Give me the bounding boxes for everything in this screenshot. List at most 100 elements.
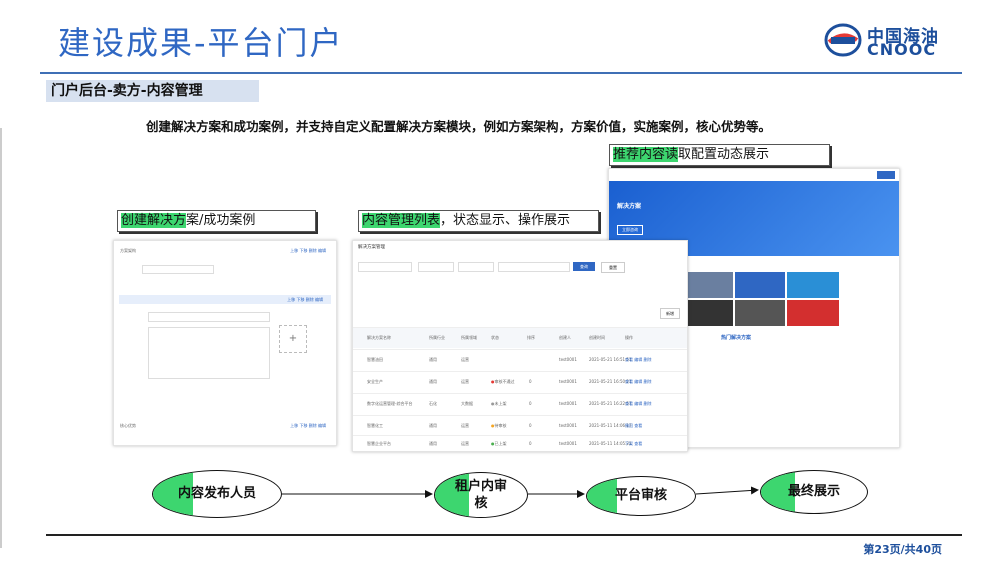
- cell-creator: test0001: [559, 441, 577, 446]
- th-sort: 排序: [527, 335, 535, 340]
- cell-name: 智慧企业平台: [367, 441, 391, 446]
- th-industry: 所属行业: [429, 335, 445, 340]
- caption-recommend-highlight: 推荐内容读: [613, 147, 679, 162]
- page-number: 第23页/共40页: [863, 543, 942, 556]
- form-section1-title: 方案架构: [120, 248, 136, 253]
- slide-title: 建设成果-平台门户: [58, 24, 344, 62]
- cnooc-logo: 中国海油 CNOOC: [823, 22, 953, 59]
- flow-node-final-display: 最终展示: [760, 470, 868, 514]
- table-row: 智慧化工 通用 运营 ●待审核 0 test0001 2021-05-11 14…: [353, 415, 687, 436]
- list-date-range[interactable]: [498, 262, 570, 272]
- description-text: 创建解决方案和成功案例，并支持自定义配置解决方案模块，例如方案架构，方案价值，实…: [146, 119, 772, 134]
- cell-domain: 运营: [461, 441, 469, 446]
- portal-card-2[interactable]: [735, 272, 785, 298]
- portal-banner-title: 解决方案: [617, 203, 642, 210]
- caption-create-highlight: 创建解决方: [121, 213, 187, 228]
- portal-card-4[interactable]: [735, 300, 785, 326]
- cell-industry: 石化: [429, 401, 437, 406]
- cell-creator: test0001: [559, 401, 577, 406]
- cell-name: 智慧化工: [367, 423, 383, 428]
- cell-creator: test0001: [559, 423, 577, 428]
- section-title: 门户后台-卖方-内容管理: [46, 80, 259, 102]
- flow-node-publisher-label: 内容发布人员: [177, 486, 256, 501]
- table-row: 智慧油田 通用 运营 test0001 2021-05-21 16:51:51 …: [353, 349, 687, 370]
- list-search-name-input[interactable]: [358, 262, 412, 272]
- cell-industry: 通用: [429, 441, 437, 446]
- flow-node-tenant-review: 租户内审核: [434, 472, 528, 518]
- list-search-button[interactable]: 查询: [573, 262, 595, 271]
- caption-create-rest: 案/成功案例: [186, 213, 256, 228]
- th-domain: 所属领域: [461, 335, 477, 340]
- form-module-ops[interactable]: 上移 下移 删除 编辑: [287, 297, 323, 303]
- portal-card-5[interactable]: [787, 272, 839, 298]
- logo-en-text: CNOOC: [867, 40, 937, 59]
- flow-node-tenant-review-label: 租户内审核: [454, 479, 507, 511]
- cell-industry: 通用: [429, 379, 437, 384]
- cell-industry: 通用: [429, 357, 437, 362]
- flow-node-platform-review-label: 平台审核: [614, 488, 667, 503]
- table-row: 智慧企业平台 通用 运营 ●已上架 0 test0001 2021-05-11 …: [353, 435, 687, 451]
- th-status: 状态: [491, 335, 499, 340]
- flow-node-publisher: 内容发布人员: [152, 470, 282, 518]
- list-title: 解决方案管理: [358, 245, 385, 250]
- caption-list-rest: ，状态显示、操作展示: [440, 213, 571, 228]
- th-creator: 创建人: [559, 335, 571, 340]
- cell-domain: 运营: [461, 379, 469, 384]
- cell-name: 智慧油田: [367, 357, 383, 362]
- form-upload-plus-icon[interactable]: +: [279, 325, 307, 353]
- form-section2-ops[interactable]: 上移 下移 删除 编辑: [290, 423, 326, 429]
- portal-card-6[interactable]: [787, 300, 839, 326]
- table-header-row: 解决方案名称 所属行业 所属领域 状态 排序 创建人 创建时间 操作: [353, 327, 687, 348]
- list-add-button[interactable]: 新增: [660, 308, 680, 319]
- form-title-input[interactable]: [148, 312, 270, 322]
- cell-sort: 0: [529, 379, 532, 384]
- caption-recommend-rest: 取配置动态展示: [678, 147, 770, 162]
- cell-ops[interactable]: 下架 查看: [625, 441, 642, 447]
- caption-recommend: 推荐内容读取配置动态展示: [609, 144, 830, 166]
- form-module-header: 上移 下移 删除 编辑: [119, 295, 331, 304]
- cell-name: 数字化运营管理-综合平台: [367, 401, 413, 406]
- cell-domain: 运营: [461, 423, 469, 428]
- cell-status: ●未上架: [491, 401, 507, 406]
- cell-name: 安全生产: [367, 379, 383, 384]
- th-name: 解决方案名称: [367, 335, 391, 340]
- portal-card-1[interactable]: [683, 272, 733, 298]
- form-content-textarea[interactable]: [148, 327, 270, 379]
- cell-status: ●已上架: [491, 441, 507, 446]
- cnooc-emblem-icon: [824, 23, 862, 57]
- cell-ops[interactable]: 查看 编辑 删除: [625, 379, 652, 385]
- portal-card-3[interactable]: [683, 300, 733, 326]
- portal-consult-button[interactable]: 立即咨询: [617, 225, 643, 235]
- cell-status: ●审核不通过: [491, 379, 515, 384]
- form-name-input[interactable]: [142, 265, 214, 274]
- cell-industry: 通用: [429, 423, 437, 428]
- form-screenshot: 方案架构 上移 下移 删除 编辑 上移 下移 删除 编辑 + 核心优势 上移 下…: [113, 240, 337, 446]
- list-domain-select[interactable]: [458, 262, 494, 272]
- cell-ops[interactable]: 撤回 查看: [625, 423, 642, 429]
- cell-domain: 大数据: [461, 401, 473, 406]
- flow-node-platform-review: 平台审核: [586, 476, 696, 516]
- caption-list: 内容管理列表，状态显示、操作展示: [358, 210, 599, 232]
- list-table: 解决方案名称 所属行业 所属领域 状态 排序 创建人 创建时间 操作 智慧油田 …: [353, 327, 687, 447]
- cell-sort: 0: [529, 441, 532, 446]
- cell-ops[interactable]: 查看 编辑 删除: [625, 401, 652, 407]
- portal-section-title: 热门解决方案: [721, 335, 752, 341]
- th-ops: 操作: [625, 335, 633, 340]
- list-reset-button[interactable]: 重置: [601, 262, 625, 273]
- table-row: 安全生产 通用 运营 ●审核不通过 0 test0001 2021-05-21 …: [353, 371, 687, 392]
- arrow-3-4: [695, 486, 759, 495]
- cell-creator: test0001: [559, 379, 577, 384]
- cell-sort: 0: [529, 423, 532, 428]
- th-time: 创建时间: [589, 335, 605, 340]
- cell-status: ●待审核: [491, 423, 507, 428]
- cell-sort: 0: [529, 401, 532, 406]
- portal-login-button[interactable]: [877, 171, 895, 179]
- list-screenshot: 解决方案管理 查询 重置 新增 解决方案名称 所属行业 所属领域 状态 排序 创…: [352, 240, 688, 452]
- cell-ops[interactable]: 查看 编辑 删除: [625, 357, 652, 363]
- table-row: 数字化运营管理-综合平台 石化 大数据 ●未上架 0 test0001 2021…: [353, 393, 687, 414]
- form-section1-ops[interactable]: 上移 下移 删除 编辑: [290, 248, 326, 254]
- bottom-divider: [46, 534, 962, 536]
- cell-domain: 运营: [461, 357, 469, 362]
- list-industry-select[interactable]: [418, 262, 454, 272]
- form-section2-title: 核心优势: [120, 423, 136, 428]
